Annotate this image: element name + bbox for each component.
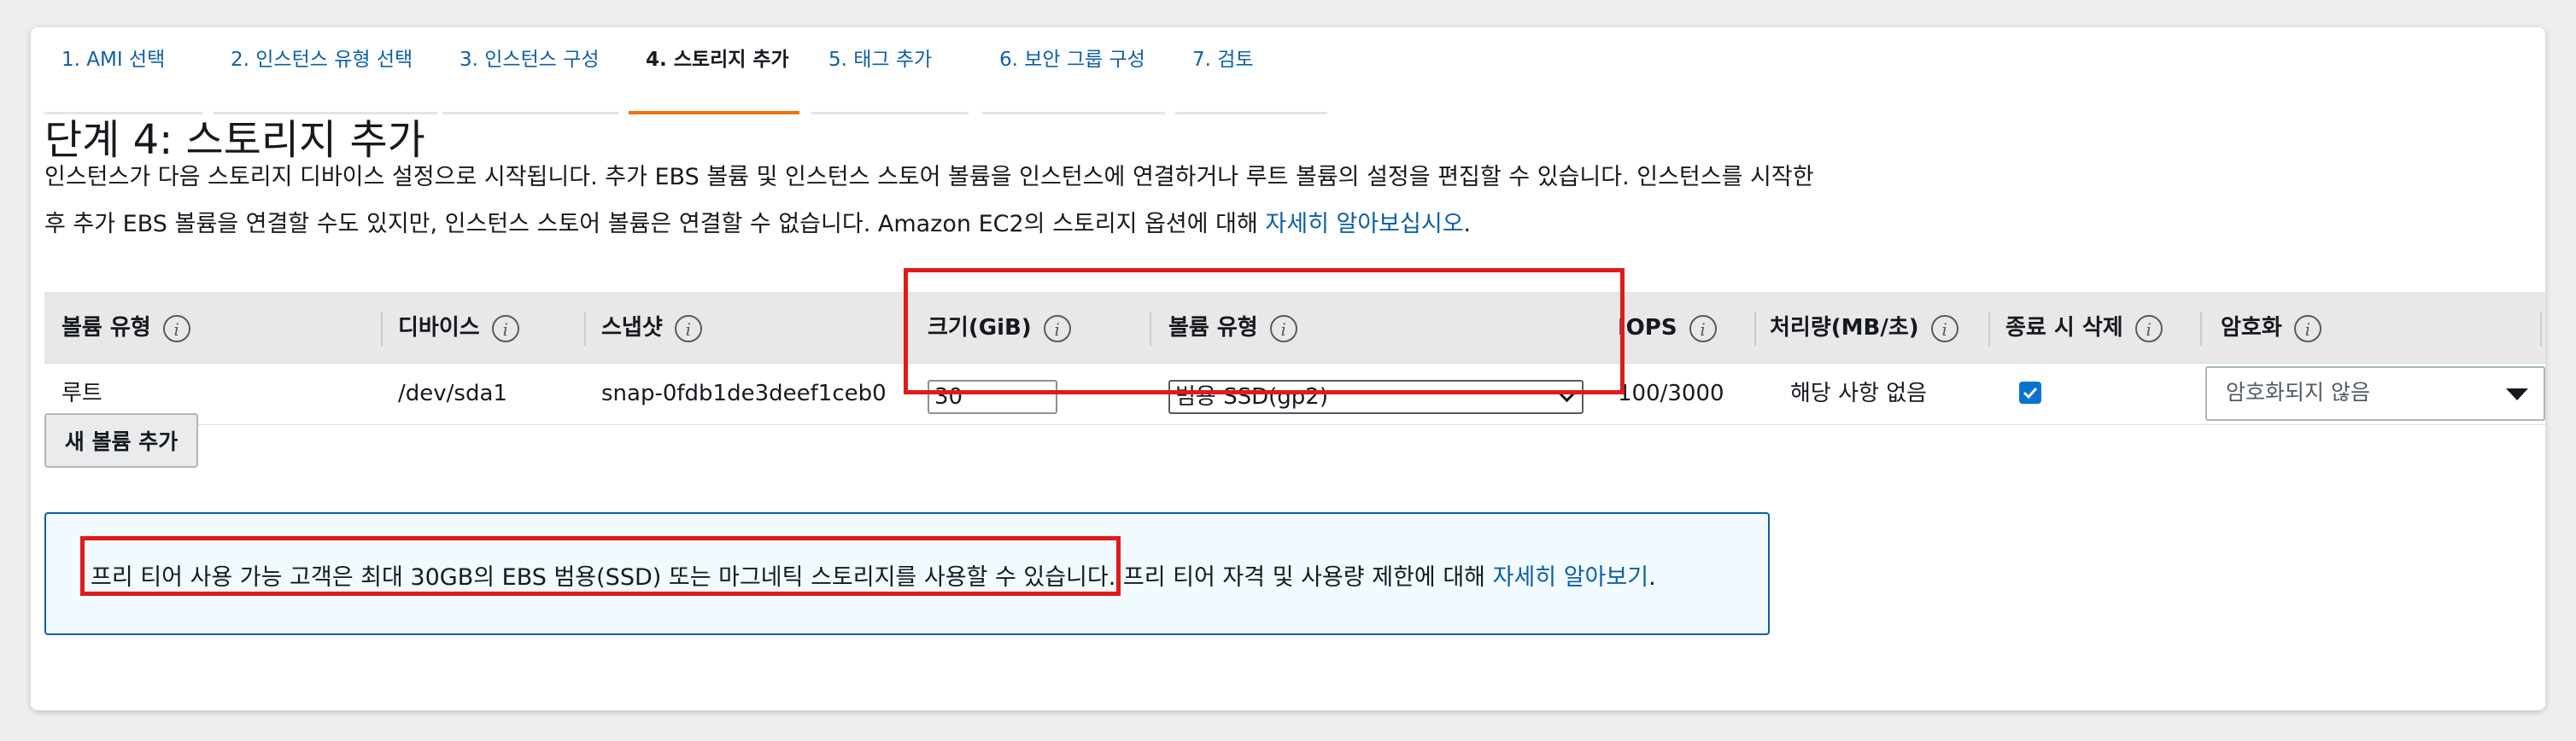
free-tier-main-text: 프리 티어 사용 가능 고객은 최대 30GB의 EBS 범용(SSD) 또는 … xyxy=(91,564,1116,591)
info-icon[interactable]: i xyxy=(2134,314,2163,342)
header-volume-type: 볼륨 유형 i xyxy=(61,293,190,363)
description-line-2-text: 후 추가 EBS 볼륨을 연결할 수도 있지만, 인스턴스 스토어 볼륨은 연결… xyxy=(44,211,1266,237)
header-iops: IOPS i xyxy=(1618,293,1717,363)
header-size: 크기(GiB) i xyxy=(928,293,1071,363)
header-snapshot: 스냅샷 i xyxy=(601,293,702,363)
column-divider xyxy=(1988,312,1990,346)
delete-on-termination-checkbox[interactable] xyxy=(2019,382,2041,404)
volume-type-value: 범용 SSD(gp2) xyxy=(1175,384,1328,410)
free-tier-rest-text: 프리 티어 자격 및 사용량 제한에 대해 xyxy=(1115,564,1493,591)
tab-instance-type[interactable]: 2. 인스턴스 유형 선택 xyxy=(214,41,437,114)
cell-device: /dev/sda1 xyxy=(398,381,507,406)
free-tier-period: . xyxy=(1648,564,1656,591)
cell-throughput: 해당 사항 없음 xyxy=(1790,381,1928,406)
description-period: . xyxy=(1463,211,1472,237)
column-divider xyxy=(584,312,586,346)
header-throughput: 처리량(MB/초) i xyxy=(1770,293,1958,363)
free-tier-text: 프리 티어 사용 가능 고객은 최대 30GB의 EBS 범용(SSD) 또는 … xyxy=(91,558,1656,592)
page-description: 인스턴스가 다음 스토리지 디바이스 설정으로 시작됩니다. 추가 EBS 볼륨… xyxy=(44,154,1838,248)
tab-add-storage[interactable]: 4. 스토리지 추가 xyxy=(629,41,799,114)
column-divider xyxy=(381,312,383,346)
header-snapshot-label: 스냅샷 xyxy=(601,315,663,341)
header-iops-label: IOPS xyxy=(1618,315,1677,341)
table-row: 루트 /dev/sda1 snap-0fdb1de3deef1ceb0 범용 S… xyxy=(44,363,2545,425)
description-line-2: 후 추가 EBS 볼륨을 연결할 수도 있지만, 인스턴스 스토어 볼륨은 연결… xyxy=(44,201,1838,248)
cell-snapshot: snap-0fdb1de3deef1ceb0 xyxy=(601,381,887,406)
header-size-label: 크기(GiB) xyxy=(928,315,1032,341)
column-divider xyxy=(2200,312,2202,346)
header-device-label: 디바이스 xyxy=(398,315,480,341)
size-input[interactable] xyxy=(928,380,1057,414)
free-tier-learn-more-link[interactable]: 자세히 알아보기 xyxy=(1493,564,1648,591)
header-device: 디바이스 i xyxy=(398,293,519,363)
column-divider xyxy=(1754,312,1756,346)
storage-learn-more-link[interactable]: 자세히 알아보십시오 xyxy=(1265,211,1463,237)
launch-wizard-card: 1. AMI 선택 2. 인스턴스 유형 선택 3. 인스턴스 구성 4. 스토… xyxy=(31,27,2545,710)
header-throughput-label: 처리량(MB/초) xyxy=(1770,315,1919,341)
tab-review[interactable]: 7. 검토 xyxy=(1175,41,1327,114)
tab-add-tags[interactable]: 5. 태그 추가 xyxy=(811,41,969,114)
storage-table: 볼륨 유형 i 디바이스 i 스냅샷 i 크기(GiB) i 볼륨 유형 i IOPS i … xyxy=(44,266,2545,425)
info-icon[interactable]: i xyxy=(674,314,702,342)
encryption-select[interactable]: 암호화되지 않음 xyxy=(2205,366,2545,421)
tab-ami[interactable]: 1. AMI 선택 xyxy=(44,41,203,114)
header-volume-type-label: 볼륨 유형 xyxy=(61,315,151,341)
info-icon[interactable]: i xyxy=(162,314,190,342)
column-divider xyxy=(2540,312,2542,346)
volume-type-select[interactable]: 범용 SSD(gp2) xyxy=(1168,380,1584,414)
header-encryption: 암호화 i xyxy=(2221,293,2321,363)
free-tier-info-banner: 프리 티어 사용 가능 고객은 최대 30GB의 EBS 범용(SSD) 또는 … xyxy=(44,512,1770,635)
info-icon[interactable]: i xyxy=(1930,314,1958,342)
add-volume-button[interactable]: 새 볼륨 추가 xyxy=(44,413,198,468)
tab-security-group[interactable]: 6. 보안 그룹 구성 xyxy=(982,41,1165,114)
cell-iops: 100/3000 xyxy=(1618,381,1724,406)
info-icon[interactable]: i xyxy=(1043,314,1071,342)
description-line-1: 인스턴스가 다음 스토리지 디바이스 설정으로 시작됩니다. 추가 EBS 볼륨… xyxy=(44,164,1814,190)
checkmark-icon xyxy=(2023,387,2038,400)
encryption-value: 암호화되지 않음 xyxy=(2226,380,2370,405)
info-icon[interactable]: i xyxy=(491,314,519,342)
header-encryption-label: 암호화 xyxy=(2221,315,2282,341)
chevron-down-icon xyxy=(1557,383,1577,403)
column-divider xyxy=(1150,312,1151,346)
info-icon[interactable]: i xyxy=(2293,314,2321,342)
table-header: 볼륨 유형 i 디바이스 i 스냅샷 i 크기(GiB) i 볼륨 유형 i IOPS i … xyxy=(44,292,2545,364)
header-volume-kind: 볼륨 유형 i xyxy=(1168,293,1297,363)
info-icon[interactable]: i xyxy=(1689,314,1717,342)
header-delete-on-termination: 종료 시 삭제 i xyxy=(2005,293,2163,363)
header-delete-label: 종료 시 삭제 xyxy=(2005,315,2123,341)
info-icon[interactable]: i xyxy=(1269,314,1297,342)
header-volume-kind-label: 볼륨 유형 xyxy=(1168,315,1258,341)
caret-down-icon xyxy=(2506,388,2528,400)
tab-configure-instance[interactable]: 3. 인스턴스 구성 xyxy=(442,41,618,114)
